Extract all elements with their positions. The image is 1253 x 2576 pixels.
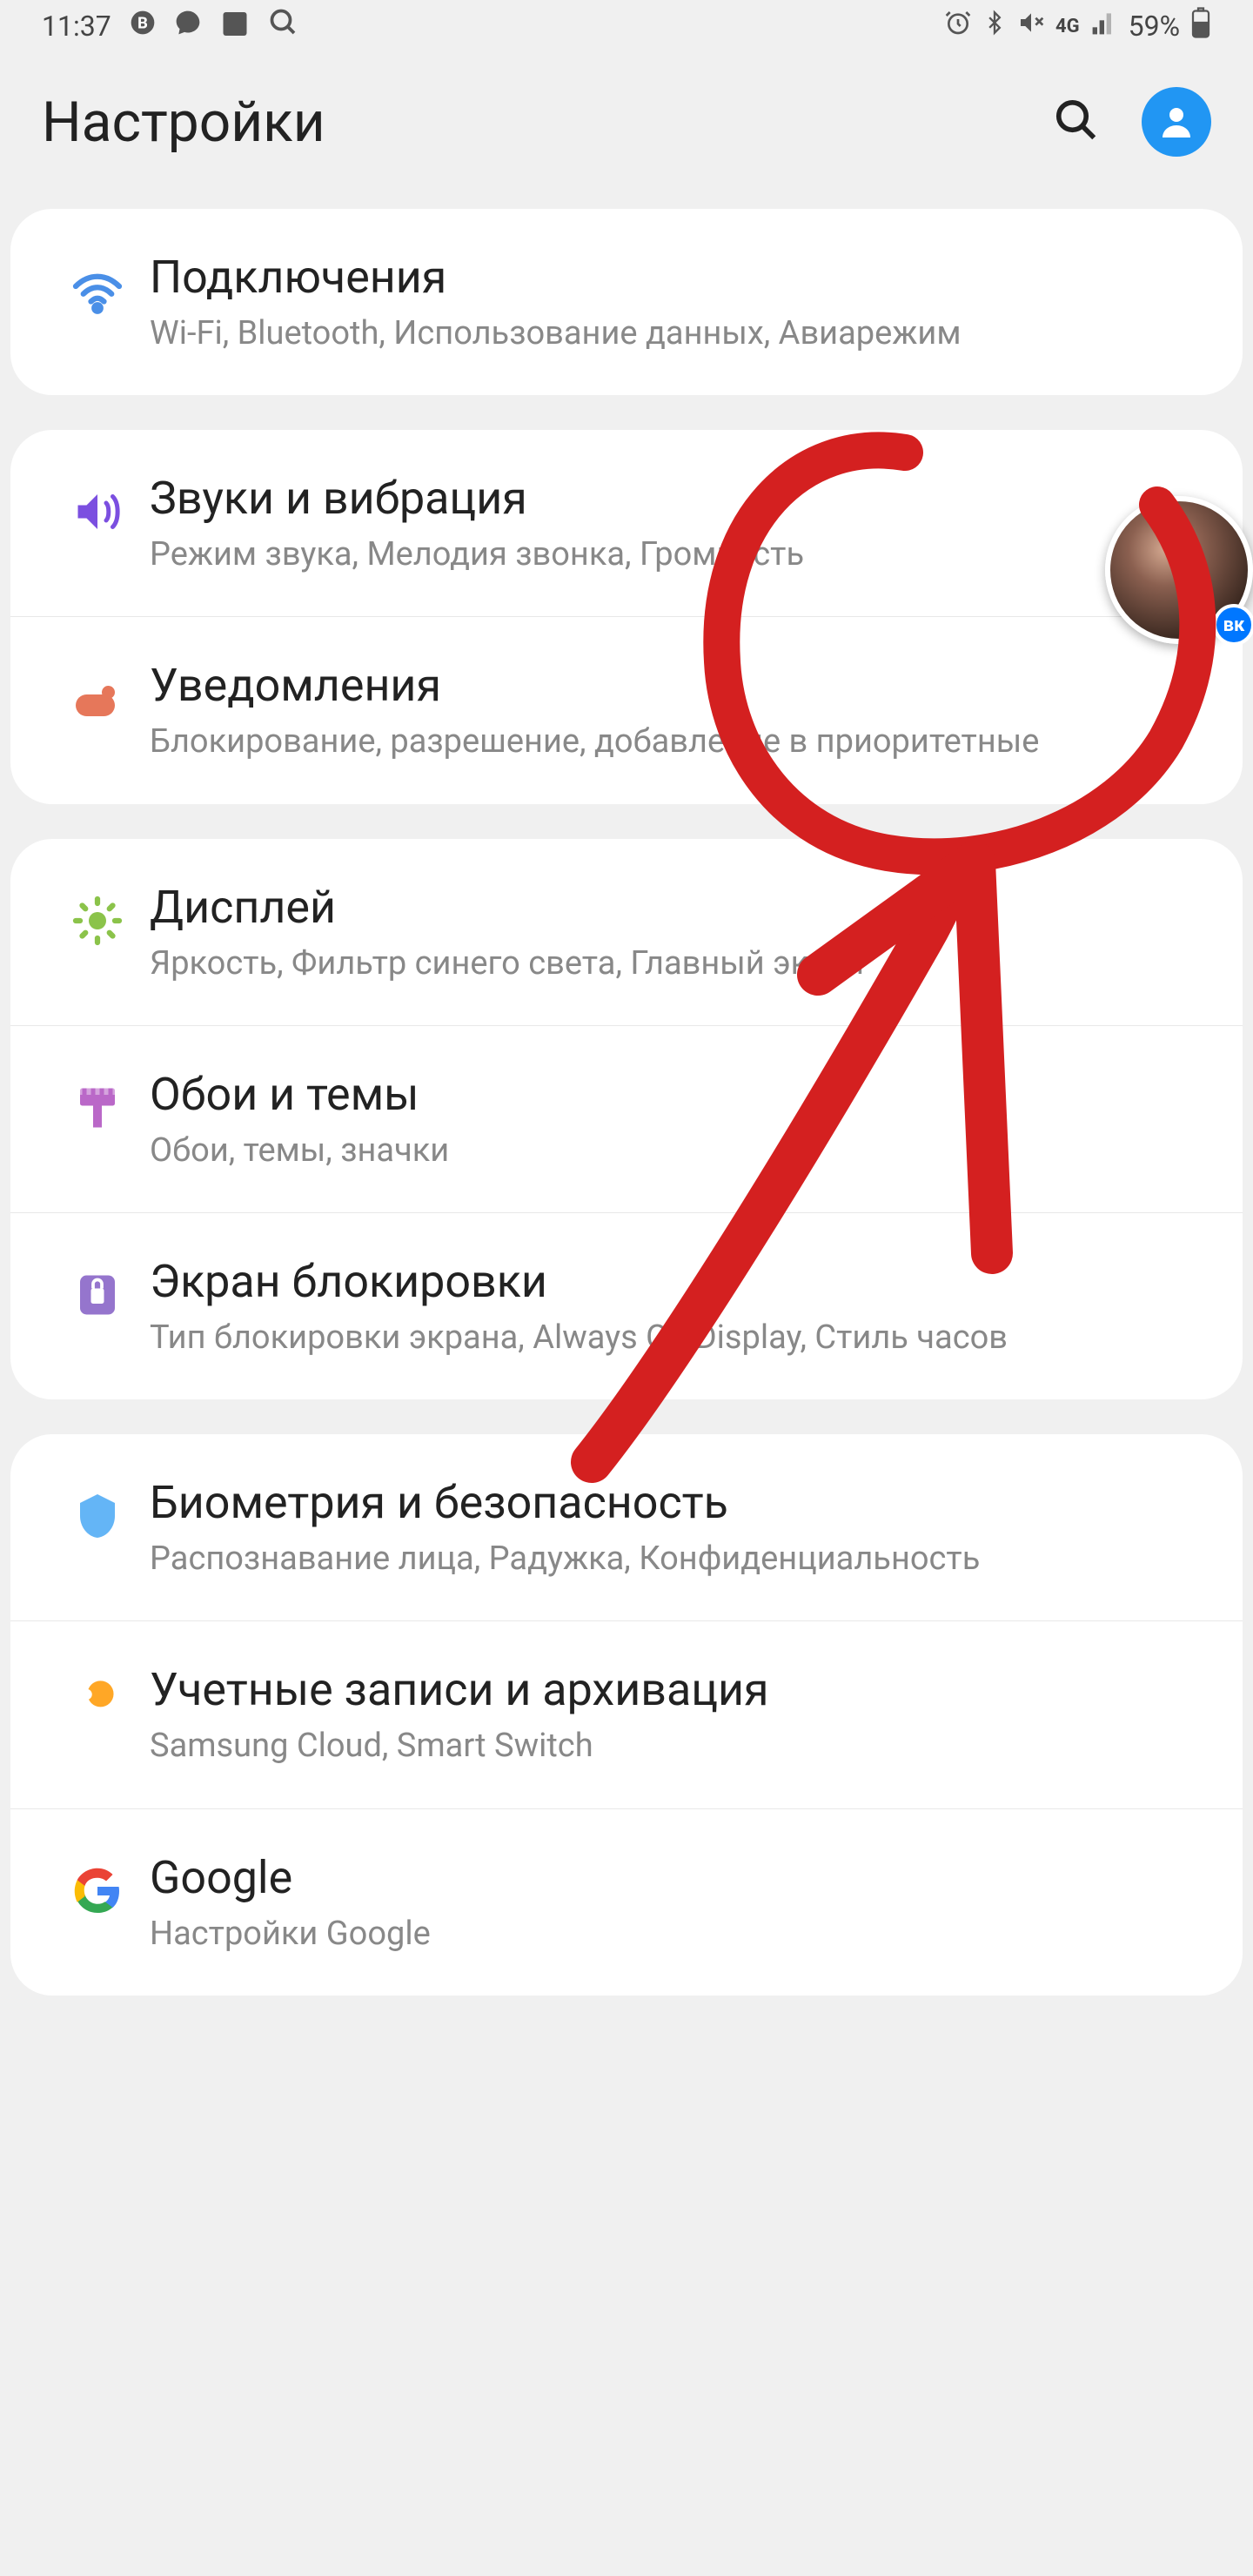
item-text: Звуки и вибрация Режим звука, Мелодия зв… (150, 472, 1208, 578)
chat-icon (174, 9, 202, 44)
accounts-icon (45, 1663, 150, 1729)
settings-item-lock[interactable]: Экран блокировки Тип блокировки экрана, … (10, 1213, 1243, 1399)
item-subtitle: Wi-Fi, Bluetooth, Использование данных, … (150, 311, 1208, 357)
settings-group: Биометрия и безопасность Распознавание л… (10, 1434, 1243, 1996)
wallpaper-icon (45, 1068, 150, 1134)
settings-item-wifi[interactable]: Подключения Wi-Fi, Bluetooth, Использова… (10, 209, 1243, 395)
settings-item-security[interactable]: Биометрия и безопасность Распознавание л… (10, 1434, 1243, 1621)
display-icon (45, 881, 150, 947)
battery-percent: 59% (1129, 10, 1180, 43)
vk-badge-icon: вк (1213, 604, 1253, 646)
notification-icon: B (129, 9, 157, 44)
settings-group: Дисплей Яркость, Фильтр синего света, Гл… (10, 839, 1243, 1400)
item-subtitle: Тип блокировки экрана, Always On Display… (150, 1315, 1208, 1361)
settings-group: Подключения Wi-Fi, Bluetooth, Использова… (10, 209, 1243, 395)
item-text: Дисплей Яркость, Фильтр синего света, Гл… (150, 881, 1208, 987)
item-title: Дисплей (150, 881, 1208, 934)
header-actions (1053, 87, 1211, 157)
status-time: 11:37 (42, 10, 111, 43)
item-title: Подключения (150, 251, 1208, 304)
mute-icon (1017, 9, 1045, 44)
signal-icon (1090, 9, 1118, 44)
google-icon (45, 1851, 150, 1917)
item-text: Учетные записи и архивация Samsung Cloud… (150, 1663, 1208, 1769)
item-text: Обои и темы Обои, темы, значки (150, 1068, 1208, 1174)
item-text: Подключения Wi-Fi, Bluetooth, Использова… (150, 251, 1208, 357)
item-title: Звуки и вибрация (150, 472, 1208, 525)
profile-button[interactable] (1142, 87, 1211, 157)
wifi-icon (45, 251, 150, 317)
item-text: Google Настройки Google (150, 1851, 1208, 1957)
calendar-icon (219, 7, 251, 45)
item-subtitle: Яркость, Фильтр синего света, Главный эк… (150, 941, 1208, 987)
settings-item-wallpaper[interactable]: Обои и темы Обои, темы, значки (10, 1026, 1243, 1213)
item-text: Уведомления Блокирование, разрешение, до… (150, 659, 1208, 765)
item-subtitle: Режим звука, Мелодия звонка, Громкость (150, 532, 1208, 578)
item-title: Учетные записи и архивация (150, 1663, 1208, 1716)
item-subtitle: Блокирование, разрешение, добавление в п… (150, 719, 1208, 765)
status-bar: 11:37 B 4G 59% (0, 0, 1253, 52)
bluetooth-icon (982, 9, 1007, 44)
settings-item-notifications[interactable]: Уведомления Блокирование, разрешение, до… (10, 617, 1243, 803)
lock-icon (45, 1255, 150, 1321)
sound-icon (45, 472, 150, 538)
item-title: Экран блокировки (150, 1255, 1208, 1308)
settings-item-display[interactable]: Дисплей Яркость, Фильтр синего света, Гл… (10, 839, 1243, 1026)
security-icon (45, 1476, 150, 1542)
settings-list: Подключения Wi-Fi, Bluetooth, Использова… (0, 209, 1253, 1996)
item-subtitle: Настройки Google (150, 1911, 1208, 1957)
chat-head[interactable]: вк (1105, 496, 1253, 644)
item-title: Уведомления (150, 659, 1208, 712)
item-subtitle: Распознавание лица, Радужка, Конфиденциа… (150, 1536, 1208, 1582)
item-title: Обои и темы (150, 1068, 1208, 1121)
item-subtitle: Samsung Cloud, Smart Switch (150, 1723, 1208, 1769)
page-title: Настройки (42, 90, 325, 155)
notifications-icon (45, 659, 150, 725)
battery-icon (1190, 7, 1211, 45)
item-title: Биометрия и безопасность (150, 1476, 1208, 1529)
settings-item-google[interactable]: Google Настройки Google (10, 1809, 1243, 1996)
settings-item-accounts[interactable]: Учетные записи и архивация Samsung Cloud… (10, 1621, 1243, 1808)
settings-item-sound[interactable]: Звуки и вибрация Режим звука, Мелодия зв… (10, 430, 1243, 617)
item-title: Google (150, 1851, 1208, 1904)
status-left: 11:37 B (42, 7, 299, 45)
svg-text:B: B (137, 14, 148, 33)
item-subtitle: Обои, темы, значки (150, 1128, 1208, 1174)
item-text: Биометрия и безопасность Распознавание л… (150, 1476, 1208, 1582)
search-icon-small (268, 7, 299, 45)
search-button[interactable] (1053, 97, 1100, 147)
network-type: 4G (1055, 16, 1080, 37)
page-header: Настройки (0, 52, 1253, 209)
status-right: 4G 59% (944, 7, 1211, 45)
item-text: Экран блокировки Тип блокировки экрана, … (150, 1255, 1208, 1361)
settings-group: Звуки и вибрация Режим звука, Мелодия зв… (10, 430, 1243, 803)
alarm-icon (944, 9, 972, 44)
